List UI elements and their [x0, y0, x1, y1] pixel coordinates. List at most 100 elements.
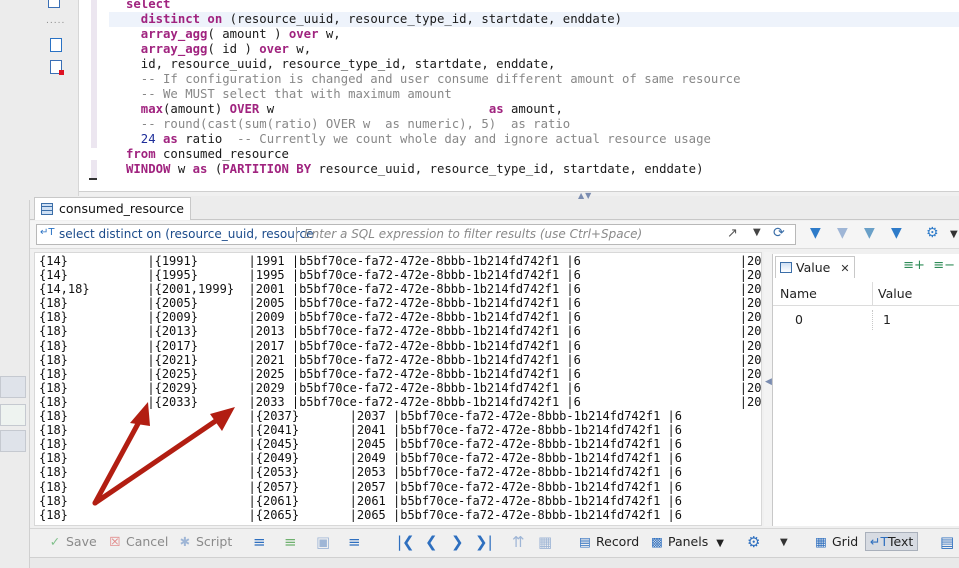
refresh-icon[interactable]: ⟳ [773, 225, 785, 241]
table-row[interactable]: 0 1 [773, 310, 959, 330]
results-text: {14} |{1991} |1991 |b5bf70ce-fa72-472e-8… [39, 254, 762, 522]
sql-editor[interactable]: select distinct on (resource_uuid, resou… [79, 0, 959, 192]
copy-row-icon[interactable]: ▣ [316, 533, 330, 551]
code-line[interactable]: -- round(cast(sum(ratio) OVER w as numer… [126, 117, 740, 132]
text-mode-icon: ↵T [870, 534, 889, 549]
text-label: Text [888, 534, 914, 549]
table-icon [41, 203, 53, 215]
panels-label: Panels [668, 534, 709, 549]
edit-row-icon[interactable]: ≡ [253, 533, 266, 551]
code-line[interactable]: id, resource_uuid, resource_type_id, sta… [126, 57, 740, 72]
grid-icon: ▦ [815, 534, 827, 549]
value-tab-label: Value [796, 260, 831, 275]
add-row-icon[interactable]: ≡ [284, 533, 297, 551]
sql-keyword: array_agg [126, 42, 208, 56]
settings-dropdown-icon[interactable]: ▼ [780, 537, 788, 548]
filter-apply-icon[interactable]: ▼ [810, 225, 821, 241]
sql-keyword: PARTITION BY [222, 162, 312, 176]
sql-keyword: over [288, 27, 319, 41]
auto-refresh-dropdown-icon[interactable]: ▼ [950, 229, 958, 240]
error-badge-icon [59, 70, 64, 75]
sql-text: ( id ) [207, 42, 260, 56]
sql-text: id, resource_uuid, resource_type_id, sta… [126, 57, 556, 71]
code-line[interactable]: from consumed_resource [126, 147, 740, 162]
close-icon[interactable]: ✕ [840, 262, 849, 275]
fetch-all-icon[interactable]: ▦ [538, 533, 552, 551]
column-header-name[interactable]: Name [780, 286, 817, 301]
cancel-button[interactable]: ☒ Cancel [108, 534, 168, 549]
code-line[interactable]: select [126, 0, 740, 12]
panels-dropdown-icon[interactable]: ▼ [716, 538, 724, 549]
editor-side-gutter: ..... [0, 0, 79, 200]
document-icon[interactable] [48, 0, 60, 8]
sql-comment: -- We MUST select that with maximum amou… [126, 87, 452, 101]
value-icon [780, 262, 792, 273]
filter-save-icon[interactable]: ▼ [864, 225, 875, 241]
sql-text: amount, [503, 102, 563, 116]
panel-toggle-button[interactable] [0, 376, 26, 398]
sql-keyword: distinct on [126, 12, 223, 26]
filter-separator [296, 227, 297, 242]
sql-code[interactable]: select distinct on (resource_uuid, resou… [126, 0, 740, 177]
sql-keyword: as [163, 132, 178, 146]
sql-text: resource_uuid, resource_type_id, startda… [311, 162, 704, 176]
sql-text: (resource_uuid, resource_type_id, startd… [222, 12, 623, 26]
sql-keyword: WINDOW [126, 162, 171, 176]
filter-bar: ↵T select distinct on (resource_uuid, re… [30, 221, 959, 249]
filter-settings-icon[interactable]: ▼ [891, 225, 902, 241]
value-table-header: Name Value [773, 282, 959, 306]
sync-icon[interactable] [0, 404, 26, 426]
script-button[interactable]: ✱ Script [178, 534, 233, 549]
script-icon: ✱ [179, 534, 191, 549]
record-button[interactable]: ▤ Record [578, 534, 639, 549]
settings-gear-icon[interactable]: ⚙ [747, 533, 760, 551]
next-page-icon[interactable]: ❯ [451, 533, 464, 551]
separator-dots: ..... [46, 16, 66, 26]
code-line[interactable]: distinct on (resource_uuid, resource_typ… [126, 12, 740, 27]
last-page-icon[interactable]: ❯| [475, 533, 493, 551]
grid-button[interactable]: ▦ Grid [814, 534, 858, 549]
expand-icon[interactable]: ↗ [727, 226, 738, 241]
first-page-icon[interactable]: |❮ [397, 533, 415, 551]
fold-marker[interactable] [89, 178, 97, 180]
grid-label: Grid [832, 534, 859, 549]
status-line [30, 557, 959, 568]
code-line[interactable]: 24 as ratio -- Currently we count whole … [126, 132, 740, 147]
dbeaver-window: ..... select distinct on (resource_uuid,… [0, 0, 959, 568]
code-line[interactable]: WINDOW w as (PARTITION BY resource_uuid,… [126, 162, 740, 177]
code-line[interactable]: -- We MUST select that with maximum amou… [126, 87, 740, 102]
statement-marker-2 [91, 160, 97, 180]
layout-icon[interactable]: ▤ [940, 533, 954, 551]
code-line[interactable]: max(amount) OVER w as amount, [126, 102, 740, 117]
panel-toggle-button-2[interactable] [0, 430, 26, 452]
sql-text: ( amount ) [207, 27, 289, 41]
filter-clear-icon[interactable]: ▼ [837, 225, 848, 241]
filter-query-text: select distinct on (resource_uuid, resou… [59, 227, 314, 241]
panels-button[interactable]: ▩ Panels ▼ [650, 534, 724, 549]
code-line[interactable]: -- If configuration is changed and user … [126, 72, 741, 87]
delete-row-icon[interactable]: ≡ [348, 533, 361, 551]
export-icon[interactable] [50, 38, 62, 52]
value-panel-tools[interactable]: ≡+ ≡− [903, 258, 955, 273]
results-scrollbar[interactable]: ◀ [764, 252, 772, 526]
fetch-next-icon[interactable]: ⇈ [512, 533, 525, 551]
history-dropdown-icon[interactable]: ▼ [753, 227, 761, 238]
tab-value[interactable]: Value ✕ [775, 256, 855, 278]
auto-refresh-icon[interactable]: ⚙ [926, 225, 939, 241]
filter-input[interactable]: ↵T select distinct on (resource_uuid, re… [36, 224, 796, 245]
row-name-cell: 0 [795, 312, 803, 327]
sql-filter-icon: ↵T [40, 227, 55, 238]
column-header-value[interactable]: Value [878, 286, 912, 301]
code-line[interactable]: array_agg( amount ) over w, [126, 27, 740, 42]
splitter-handle[interactable]: ▲▼ [578, 191, 592, 200]
previous-page-icon[interactable]: ❮ [425, 533, 438, 551]
save-button[interactable]: ✓ Save [48, 534, 97, 549]
results-text-view[interactable]: {14} |{1991} |1991 |b5bf70ce-fa72-472e-8… [34, 252, 762, 526]
text-button[interactable]: ↵TText [865, 532, 919, 551]
sql-text: w [259, 102, 489, 116]
collapse-handle-icon[interactable]: ◀ [765, 377, 772, 387]
tab-consumed-resource[interactable]: consumed_resource [34, 197, 191, 220]
code-line[interactable]: array_agg( id ) over w, [126, 42, 740, 57]
column-separator[interactable] [872, 282, 873, 306]
sql-text: ( [207, 162, 223, 176]
